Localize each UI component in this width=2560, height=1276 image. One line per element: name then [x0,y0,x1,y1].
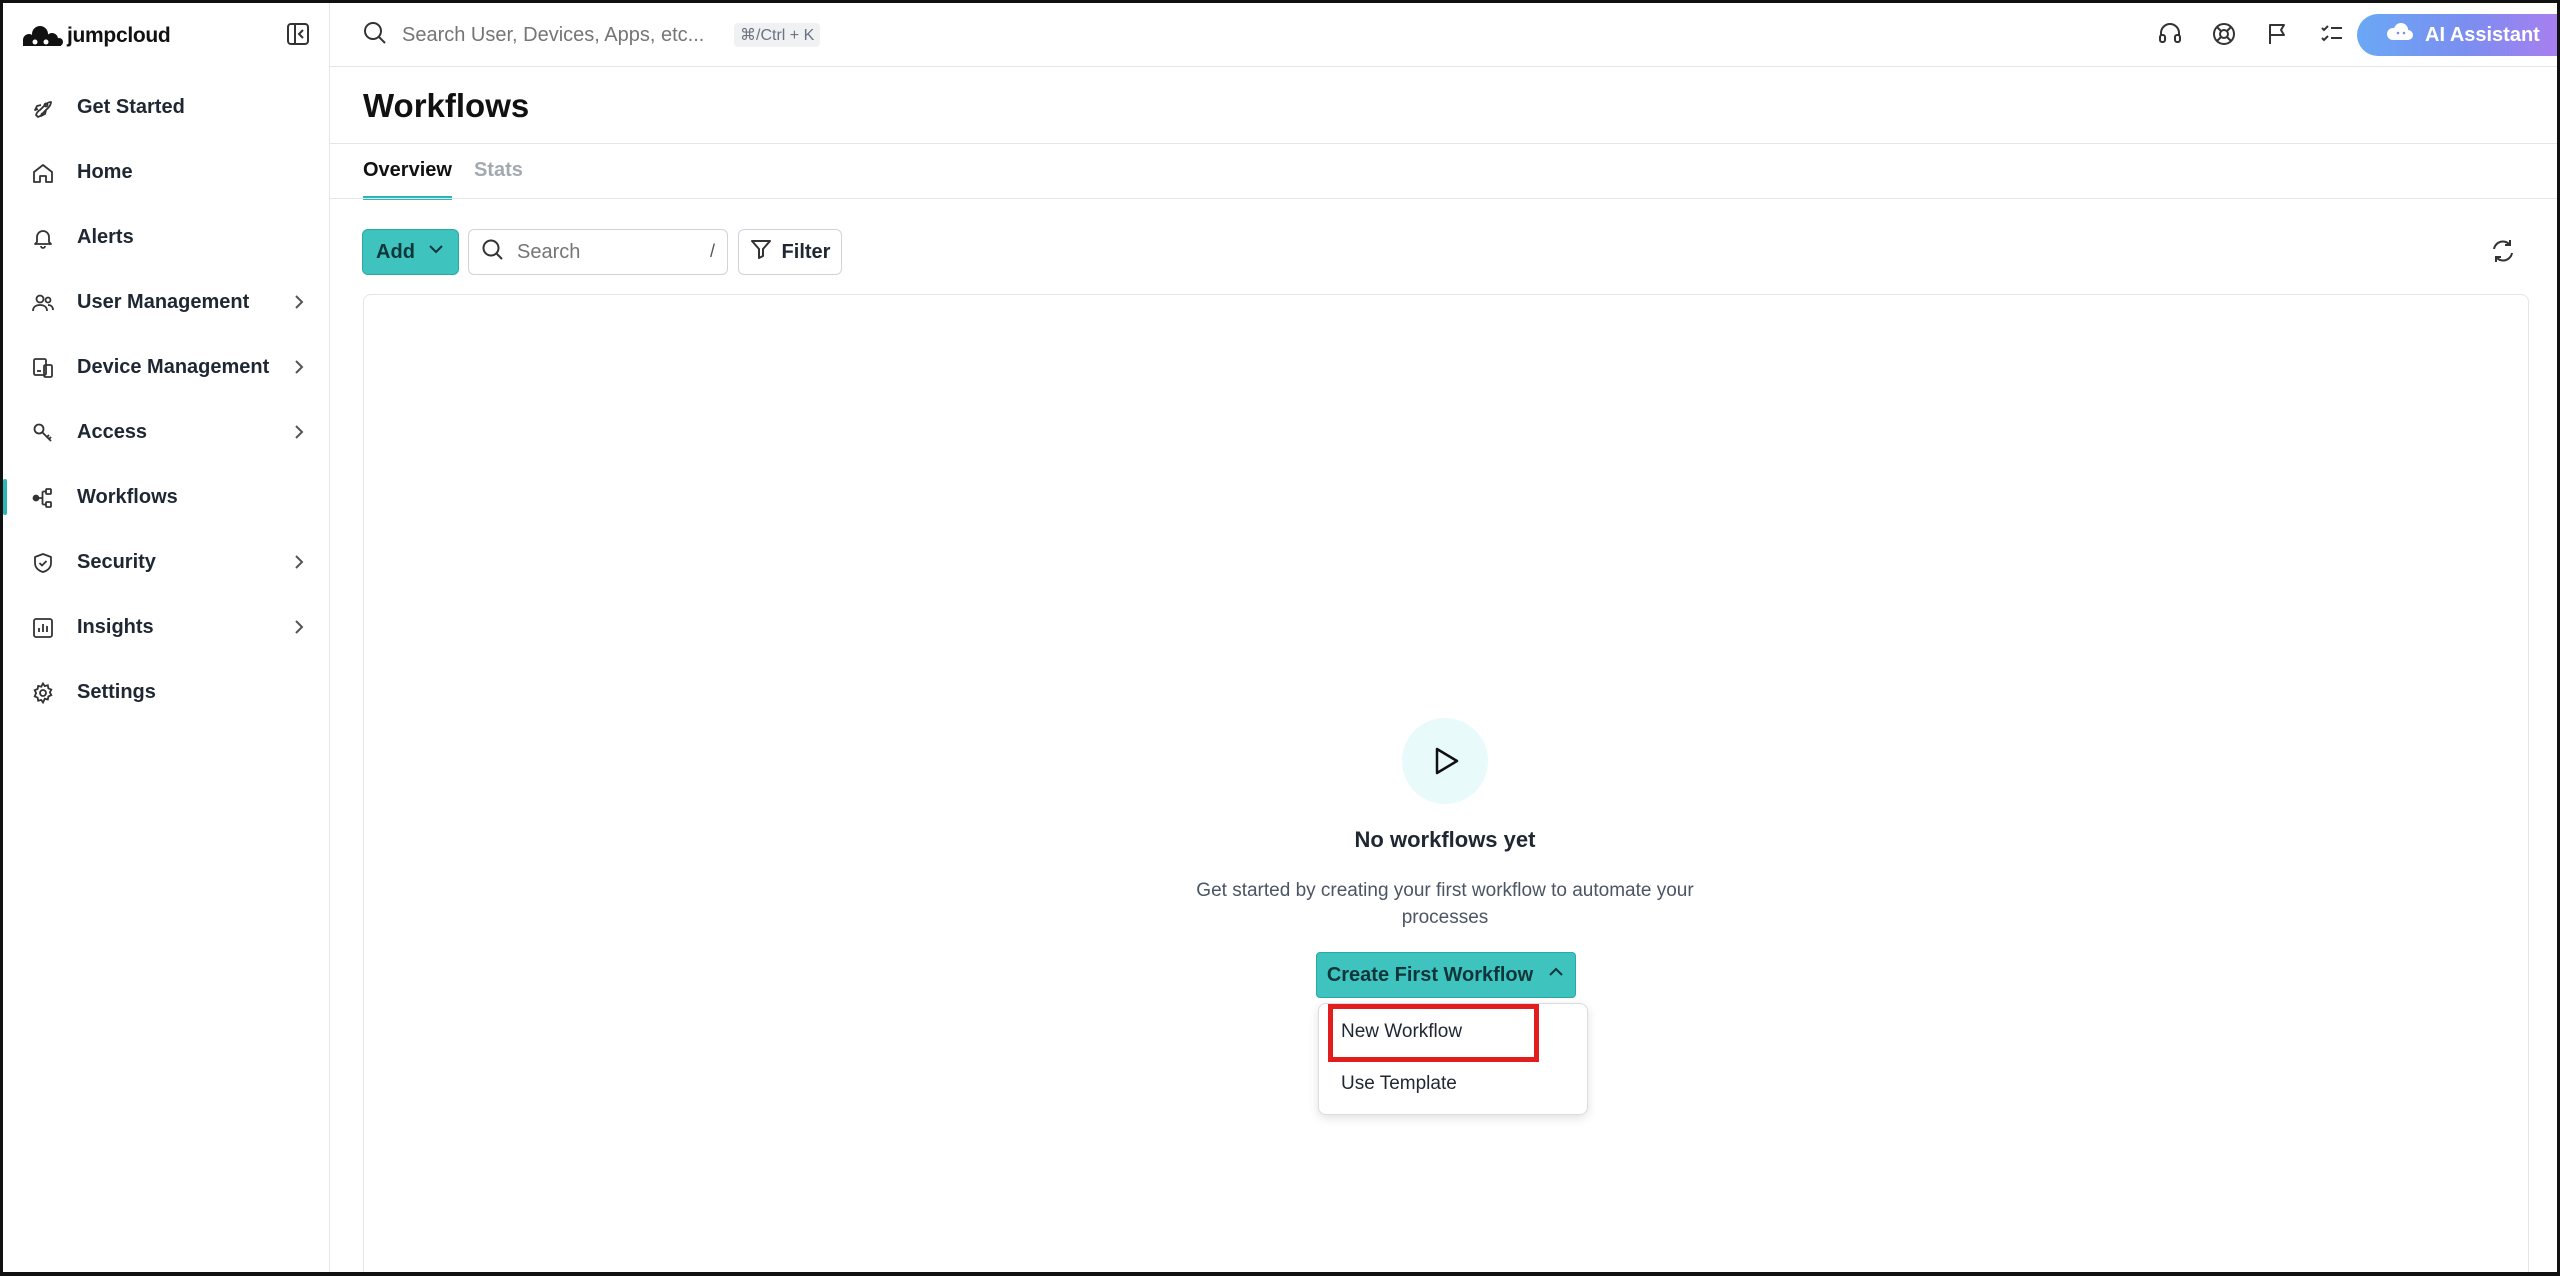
sidebar-item-label: Home [77,161,133,183]
chevron-right-icon [289,292,309,312]
chart-icon [29,614,57,642]
sidebar-item-settings[interactable]: Settings [3,660,330,725]
play-icon [1402,718,1488,804]
chevron-right-icon [289,617,309,637]
add-label: Add [376,240,415,263]
sidebar-item-alerts[interactable]: Alerts [3,205,330,270]
key-icon [29,419,57,447]
lifebuoy-icon[interactable] [2209,19,2239,49]
sidebar-item-access[interactable]: Access [3,400,330,465]
brand-name: jumpcloud [67,24,171,47]
sidebar-item-label: Get Started [77,96,185,118]
sidebar-item-get-started[interactable]: Get Started [3,75,330,140]
bell-icon [29,224,57,252]
collapse-sidebar-icon[interactable] [285,21,313,49]
sidebar-item-workflows[interactable]: Workflows [3,465,330,530]
global-search[interactable]: ⌘/Ctrl + K [362,19,821,51]
checklist-icon[interactable] [2317,19,2347,49]
menu-item-new-workflow[interactable]: New Workflow [1341,1021,1462,1043]
flag-icon[interactable] [2263,19,2293,49]
sidebar-item-label: Access [77,421,148,443]
tab-stats[interactable]: Stats [474,153,523,200]
users-icon [29,289,57,317]
sidebar-item-label: Device Management [77,356,270,378]
sidebar-item-label: User Management [77,291,250,313]
devices-icon [29,354,57,382]
search-shortcut-badge: ⌘/Ctrl + K [734,23,821,47]
global-search-input[interactable] [402,23,722,47]
sidebar-item-label: Alerts [77,226,134,248]
page-tabs: Overview Stats [363,153,523,200]
rocket-icon [29,94,57,122]
tabs-divider [330,198,2557,199]
sidebar-item-user-management[interactable]: User Management [3,270,330,335]
menu-item-use-template[interactable]: Use Template [1341,1073,1457,1095]
add-button[interactable]: Add [362,229,459,275]
top-bar: ⌘/Ctrl + K AI Assistant [330,3,2557,67]
gear-icon [29,679,57,707]
chevron-right-icon [289,552,309,572]
create-workflow-menu: New Workflow Use Template [1318,1003,1588,1115]
workflow-search-input[interactable] [517,240,697,264]
sidebar-item-device-management[interactable]: Device Management [3,335,330,400]
create-label: Create First Workflow [1326,963,1534,986]
refresh-icon[interactable] [2489,237,2519,267]
sidebar-item-label: Insights [77,616,154,638]
chevron-right-icon [289,357,309,377]
home-icon [29,159,57,187]
sidebar-item-home[interactable]: Home [3,140,330,205]
shield-icon [29,549,57,577]
sidebar-item-security[interactable]: Security [3,530,330,595]
chevron-up-icon [1547,963,1565,987]
sidebar-item-label: Security [77,551,156,573]
chevron-right-icon [289,422,309,442]
search-shortcut: / [709,241,715,261]
sidebar-item-insights[interactable]: Insights [3,595,330,660]
sidebar-item-label: Workflows [77,486,178,508]
empty-state-title: No workflows yet [1354,827,1536,852]
search-icon [481,238,505,267]
brand-logo[interactable]: jumpcloud [21,21,171,51]
chevron-down-icon [427,240,445,264]
app-window: jumpcloud Get Started Home Alerts User M… [0,0,2560,1276]
search-icon [362,20,388,51]
create-first-workflow-button[interactable]: Create First Workflow [1316,952,1576,998]
workflow-search[interactable]: / [468,229,728,275]
ai-assistant-label: AI Assistant [2425,23,2540,46]
filter-icon [750,238,772,266]
sidebar: jumpcloud Get Started Home Alerts User M… [3,3,330,1272]
jumpcloud-logo-icon [23,26,63,46]
top-icons [2155,19,2347,49]
header-divider [330,143,2557,144]
workflow-icon [29,484,57,512]
headset-icon[interactable] [2155,19,2185,49]
filter-label: Filter [781,240,831,263]
page-title: Workflows [363,87,530,124]
sidebar-item-label: Settings [77,681,156,703]
tab-overview[interactable]: Overview [363,153,452,200]
empty-state-description: Get started by creating your first workf… [1196,880,1694,928]
sidebar-nav: Get Started Home Alerts User Management [3,75,330,725]
ai-assistant-button[interactable]: AI Assistant [2357,14,2557,56]
filter-button[interactable]: Filter [738,229,842,275]
cloud-icon [2385,22,2413,48]
